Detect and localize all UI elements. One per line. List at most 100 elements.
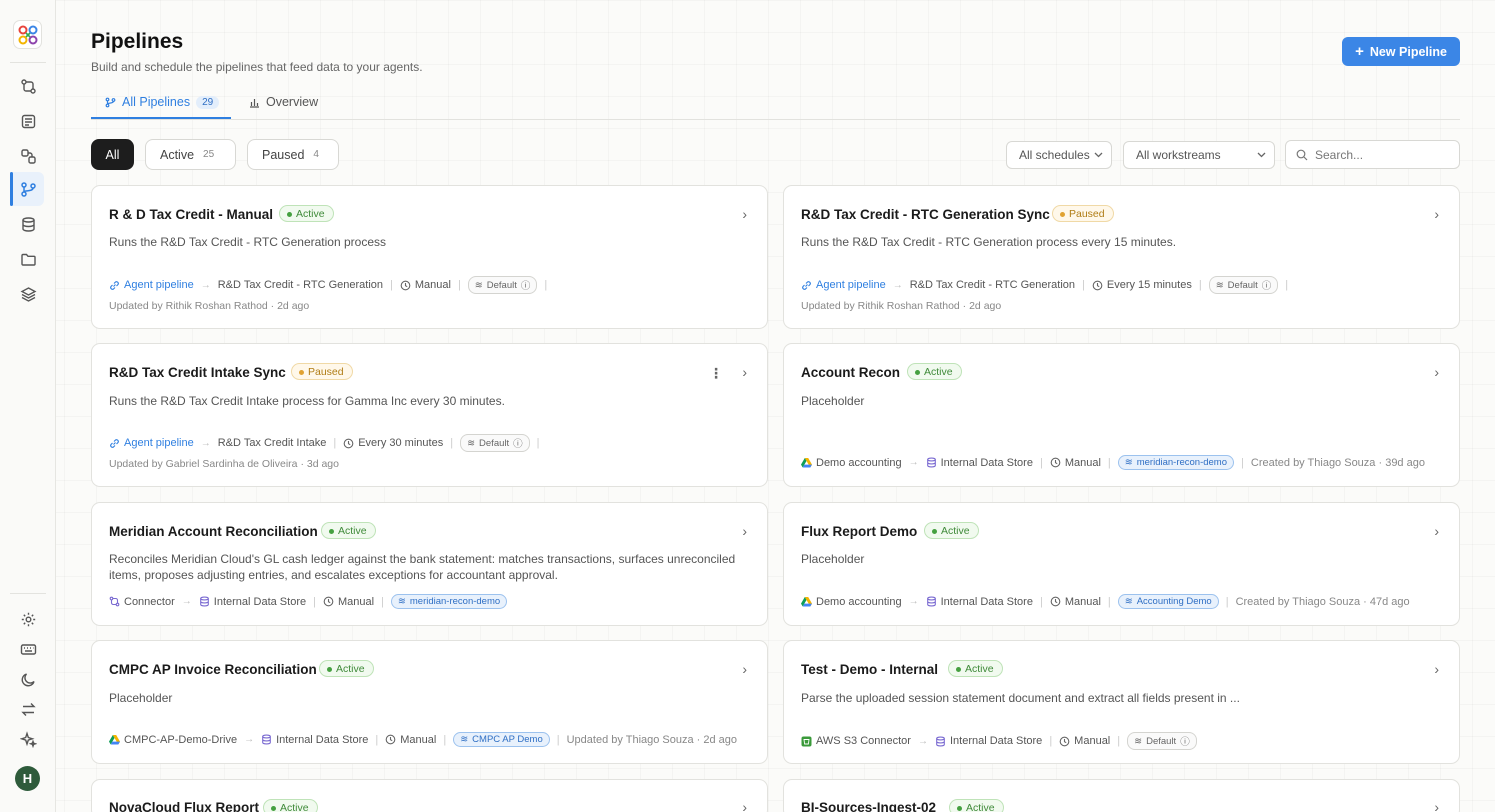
pipeline-title: Test - Demo - Internal	[801, 662, 939, 677]
filter-label: Active	[160, 147, 195, 162]
filter-count: 4	[313, 149, 319, 160]
schedule-item: Manual	[1059, 735, 1110, 747]
connector-icon	[109, 596, 120, 607]
source-label: Agent pipeline	[124, 279, 194, 291]
filter-paused-button[interactable]: Paused 4	[247, 139, 339, 170]
transfer-icon[interactable]	[15, 696, 41, 722]
active-tab-underline	[91, 117, 231, 119]
database-icon[interactable]	[15, 211, 41, 237]
pipeline-card[interactable]: R&D Tax Credit - RTC Generation Sync Pau…	[783, 185, 1460, 329]
workstream-tag: ≋ Default ⓘ	[1208, 276, 1279, 294]
chevron-right-icon[interactable]: ›	[1434, 364, 1439, 380]
keyboard-icon[interactable]	[15, 636, 41, 662]
search-placeholder: Search...	[1315, 147, 1364, 162]
folder-icon[interactable]	[15, 246, 41, 272]
filter-all-button[interactable]: All	[91, 139, 134, 170]
database-icon	[262, 734, 271, 745]
target-item: Internal Data Store	[926, 457, 1033, 469]
source-item: Connector	[109, 596, 175, 608]
workstream-tag: ≋ Accounting Demo	[1117, 594, 1219, 609]
schedule-item: Manual	[1050, 596, 1101, 608]
updated-label: Updated by Rithik Roshan Rathod · 2d ago	[109, 300, 310, 312]
filter-active-button[interactable]: Active 25	[145, 139, 236, 170]
layers-icon[interactable]	[15, 281, 41, 307]
chevron-right-icon[interactable]: ›	[742, 523, 747, 539]
separator: |	[544, 279, 548, 291]
source-label: AWS S3 Connector	[816, 735, 911, 747]
clock-icon	[343, 438, 354, 448]
pipeline-card[interactable]: Account Recon Active › Placeholder Demo …	[783, 343, 1460, 487]
chevron-right-icon[interactable]: ›	[1434, 523, 1439, 539]
pipeline-title: BI-Sources-Ingest-02	[801, 800, 937, 812]
chevron-right-icon[interactable]: ›	[742, 364, 747, 380]
schedule-select[interactable]: All schedules	[1006, 141, 1112, 169]
pipeline-card[interactable]: BI-Sources-Ingest-02 Active ›	[783, 779, 1460, 812]
separator: |	[1241, 456, 1244, 469]
sparkle-icon[interactable]	[15, 726, 41, 752]
layers-icon: ≋	[1134, 735, 1143, 747]
pipeline-card[interactable]: R & D Tax Credit - Manual Active › Runs …	[91, 185, 768, 329]
link-icon	[110, 438, 119, 448]
pipeline-card[interactable]: Meridian Account Reconciliation Active ›…	[91, 502, 768, 626]
chevron-right-icon[interactable]: ›	[1434, 661, 1439, 677]
pipeline-card[interactable]: CMPC AP Invoice Reconciliation Active › …	[91, 640, 768, 764]
tag-label: CMPC AP Demo	[472, 734, 543, 745]
tabs-divider	[91, 119, 1460, 120]
source-link[interactable]: Agent pipeline	[109, 437, 194, 449]
updated-label: Updated by Gabriel Sardinha de Oliveira …	[109, 458, 339, 470]
info-icon: ⓘ	[520, 281, 531, 292]
app-logo[interactable]	[13, 20, 42, 49]
source-link[interactable]: Agent pipeline	[801, 279, 886, 291]
separator: |	[556, 733, 560, 746]
tab-overview[interactable]: Overview	[249, 92, 318, 112]
workstream-select[interactable]: All workstreams	[1123, 141, 1275, 169]
layers-icon: ≋	[467, 437, 476, 449]
pipeline-card[interactable]: NovaCloud Flux Report Active ›	[91, 779, 768, 812]
separator: |	[457, 279, 461, 291]
pipelines-icon[interactable]	[15, 176, 41, 202]
chevron-right-icon[interactable]: ›	[1434, 206, 1439, 222]
chevron-right-icon[interactable]: ›	[742, 206, 747, 222]
schedule-label: Every 15 minutes	[1106, 279, 1192, 291]
user-avatar[interactable]: H	[15, 766, 40, 791]
pipeline-card[interactable]: Flux Report Demo Active › Placeholder De…	[783, 502, 1460, 626]
arrow-icon: →	[200, 437, 211, 449]
tag-label: Default	[486, 279, 517, 291]
tab-all-pipelines[interactable]: All Pipelines 29	[105, 92, 220, 112]
source-item: CMPC-AP-Demo-Drive	[109, 734, 237, 746]
workflows-icon[interactable]	[15, 73, 41, 99]
source-label: Agent pipeline	[816, 279, 886, 291]
tag-label: Default	[479, 437, 510, 449]
database-icon	[926, 596, 936, 607]
chevron-right-icon[interactable]: ›	[742, 799, 747, 812]
source-item: Demo accounting	[801, 457, 902, 469]
pipeline-card[interactable]: R&D Tax Credit Intake Sync Paused ⋮ › Ru…	[91, 343, 768, 487]
search-icon	[1296, 149, 1308, 160]
chevron-right-icon[interactable]: ›	[742, 661, 747, 677]
pipeline-card[interactable]: Test - Demo - Internal Active › Parse th…	[783, 640, 1460, 764]
new-pipeline-button[interactable]: + New Pipeline	[1342, 37, 1460, 66]
target-label: R&D Tax Credit Intake	[217, 437, 327, 449]
pipeline-title: Meridian Account Reconciliation	[109, 524, 318, 539]
tasks-icon[interactable]	[15, 108, 41, 134]
separator: |	[536, 437, 540, 449]
settings-icon[interactable]	[15, 606, 41, 632]
pipeline-meta: Demo accounting → Internal Data Store | …	[801, 455, 1425, 470]
layers-icon: ≋	[1215, 279, 1224, 291]
workstream-tag: ≋ Default ⓘ	[460, 434, 530, 452]
status-badge: Active	[949, 799, 1004, 812]
pipeline-description: Reconciles Meridian Cloud's GL cash ledg…	[109, 552, 736, 582]
chevron-right-icon[interactable]: ›	[1434, 799, 1439, 812]
schedule-item: Every 30 minutes	[343, 437, 443, 449]
layers-icon: ≋	[1124, 596, 1133, 607]
separator: |	[1039, 595, 1043, 608]
schedule-item: Manual	[385, 734, 436, 746]
more-options-icon[interactable]: ⋮	[709, 365, 723, 382]
status-badge: Active	[279, 205, 334, 222]
target-label: Internal Data Store	[276, 733, 369, 746]
theme-icon[interactable]	[15, 666, 41, 692]
connectors-icon[interactable]	[15, 143, 41, 169]
search-input[interactable]: Search...	[1285, 140, 1460, 169]
separator: |	[1107, 456, 1111, 469]
source-link[interactable]: Agent pipeline	[109, 279, 194, 291]
